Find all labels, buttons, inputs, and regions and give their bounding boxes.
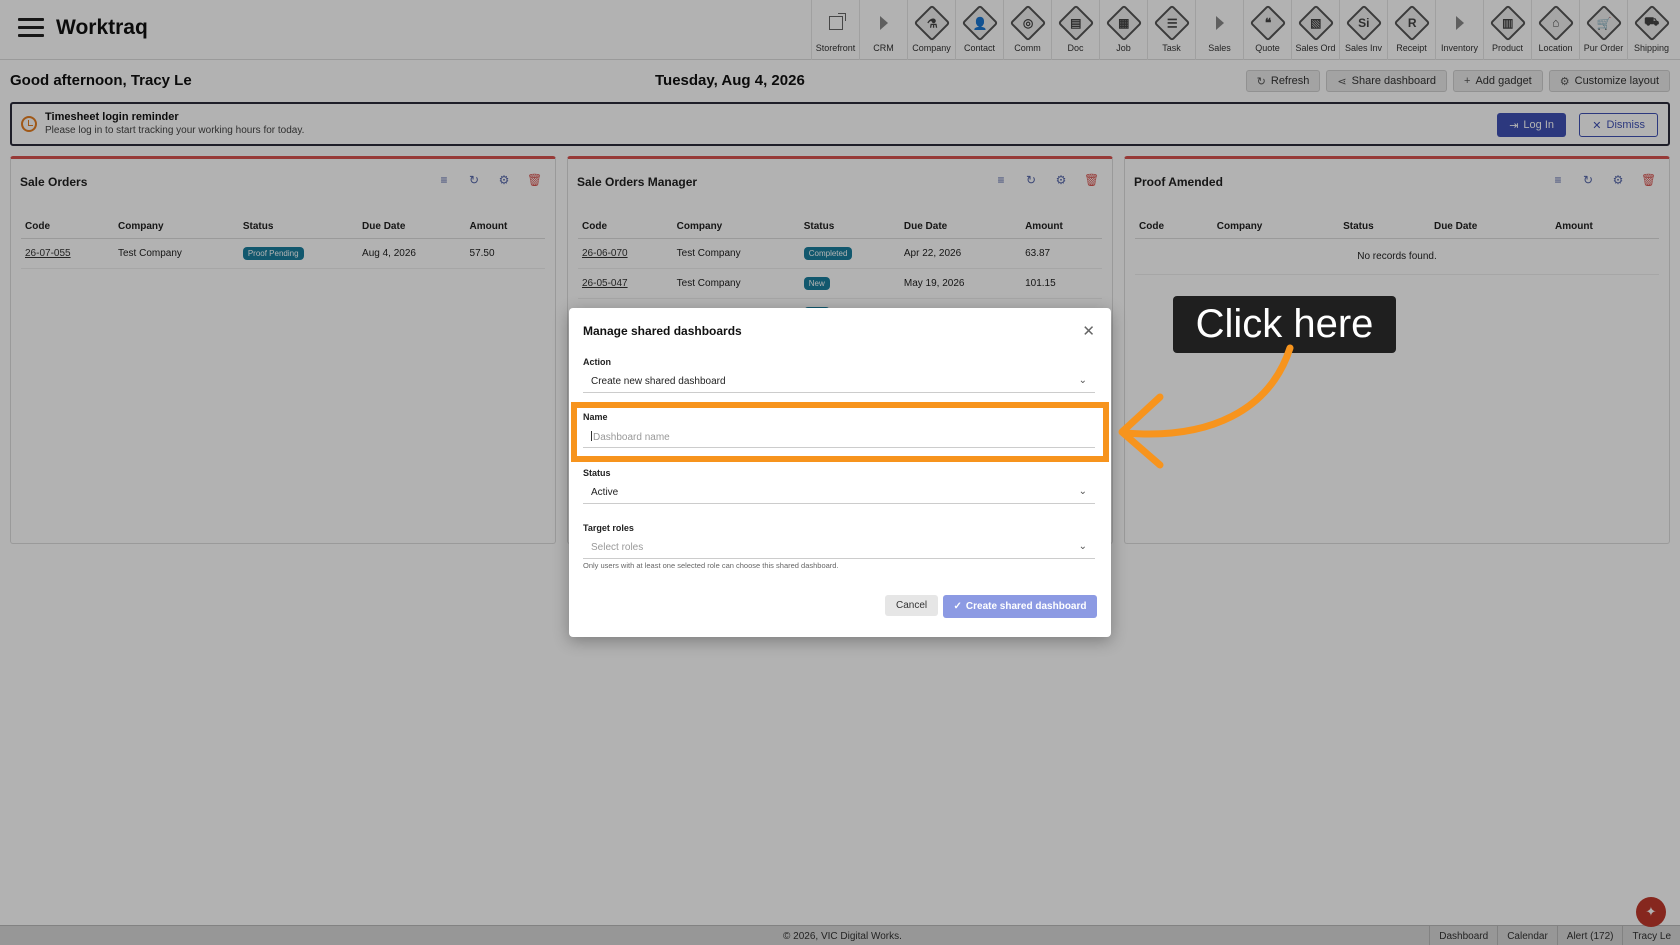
callout-arrow-icon (1118, 344, 1294, 469)
